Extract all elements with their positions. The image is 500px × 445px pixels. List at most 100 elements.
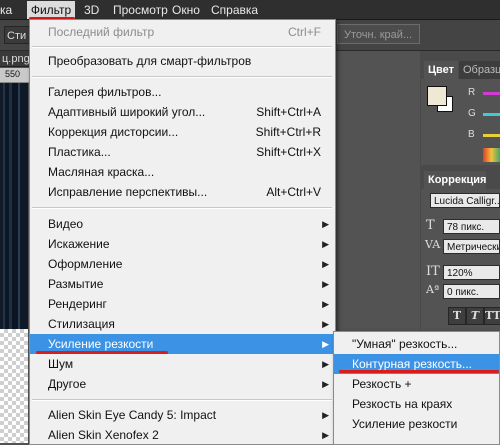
all-caps-button[interactable]: TT — [484, 307, 500, 325]
font-size-field[interactable]: 78 пикс. — [443, 219, 500, 234]
menu-item-design[interactable]: Оформление ▶ — [30, 254, 335, 274]
menu-item-stylize[interactable]: Стилизация ▶ — [30, 314, 335, 334]
submenu-arrow-icon: ▶ — [322, 359, 329, 369]
color-ramp[interactable] — [483, 148, 500, 162]
baseline-shift-field[interactable]: 0 пикс. — [443, 284, 500, 299]
menu-item-label: Преобразовать для смарт-фильтров — [48, 54, 252, 68]
menu-item-noise[interactable]: Шум ▶ — [30, 354, 335, 374]
horizontal-ruler: 550 — [0, 68, 30, 83]
menu-item-label: Alien Skin Xenofex 2 — [48, 428, 159, 442]
submenu-item-sharpen[interactable]: Усиление резкости — [334, 414, 499, 434]
foreground-color-swatch[interactable] — [427, 86, 447, 106]
unsharp-underline-annotation — [339, 370, 499, 373]
menu-item-distort[interactable]: Искажение ▶ — [30, 234, 335, 254]
sharpen-submenu: "Умная" резкость... Контурная резкость..… — [333, 331, 500, 445]
vertical-scale-field[interactable]: 120% — [443, 265, 500, 280]
menu-item-label: Пластика... — [48, 145, 111, 159]
menu-item-label: Исправление перспективы... — [48, 185, 208, 199]
document-canvas[interactable] — [0, 83, 28, 329]
submenu-item-label: Усиление резкости — [352, 417, 458, 431]
menu-item-oil-paint[interactable]: Масляная краска... — [30, 162, 335, 182]
menu-item-filter-gallery[interactable]: Галерея фильтров... — [30, 82, 335, 102]
submenu-item-smart-sharpen[interactable]: "Умная" резкость... — [334, 334, 499, 354]
menu-item-label: Адаптивный широкий угол... — [48, 105, 206, 119]
submenu-arrow-icon: ▶ — [322, 410, 329, 420]
submenu-arrow-icon: ▶ — [322, 299, 329, 309]
menu-item-shortcut: Shift+Ctrl+X — [256, 145, 321, 159]
menu-item-shortcut: Ctrl+F — [288, 25, 321, 39]
menu-item-label: Галерея фильтров... — [48, 85, 162, 99]
vertical-scale-icon: IT — [426, 264, 440, 279]
menu-item-eye-candy[interactable]: Alien Skin Eye Candy 5: Impact ▶ — [30, 405, 335, 425]
menu-item-label: Видео — [48, 217, 84, 231]
menu-help[interactable]: Справка — [211, 3, 258, 17]
menu-window[interactable]: Окно — [172, 3, 200, 17]
refine-edge-button[interactable]: Уточн. край... — [337, 24, 420, 44]
submenu-item-sharpen-edges[interactable]: Резкость на краях — [334, 394, 499, 414]
sharpen-underline-annotation — [36, 351, 168, 354]
menu-item-vanishing-point[interactable]: Исправление перспективы... Alt+Ctrl+V — [30, 182, 335, 202]
menu-item-label: Рендеринг — [48, 297, 107, 311]
menu-item-label: Оформление — [48, 257, 123, 271]
menu-item-render[interactable]: Рендеринг ▶ — [30, 294, 335, 314]
menu-edit-fragment[interactable]: ка — [0, 3, 20, 17]
filter-menu: Последний фильтр Ctrl+F Преобразовать дл… — [29, 19, 336, 445]
kerning-field[interactable]: Метрический — [443, 239, 500, 254]
menu-item-last-filter[interactable]: Последний фильтр Ctrl+F — [30, 22, 335, 42]
channel-b-label: B — [468, 129, 475, 140]
menu-item-convert-smart-filters[interactable]: Преобразовать для смарт-фильтров — [30, 51, 335, 71]
channel-g-slider[interactable] — [483, 113, 500, 116]
menu-item-lens-correction[interactable]: Коррекция дисторсии... Shift+Ctrl+R — [30, 122, 335, 142]
faux-regular-button[interactable]: T — [448, 307, 466, 325]
menu-item-label: Последний фильтр — [48, 25, 155, 39]
menu-3d[interactable]: 3D — [84, 3, 99, 17]
menu-item-label: Масляная краска... — [48, 165, 155, 179]
kerning-icon: VA — [425, 238, 441, 251]
ruler-number: 550 — [5, 69, 21, 79]
font-family-select[interactable]: Lucida Calligr... — [430, 193, 500, 208]
menu-item-label: Шум — [48, 357, 74, 371]
menu-item-label: Стилизация — [48, 317, 115, 331]
faux-italic-button[interactable]: T — [466, 307, 484, 325]
style-dropdown[interactable]: Сти — [4, 26, 30, 44]
document-tab[interactable]: ц.png — [0, 51, 30, 67]
menu-view[interactable]: Просмотр — [113, 3, 168, 17]
menu-item-label: Размытие — [48, 277, 104, 291]
menu-item-video[interactable]: Видео ▶ — [30, 214, 335, 234]
menu-item-label: Искажение — [48, 237, 110, 251]
tab-swatches[interactable]: Образцы — [459, 61, 500, 79]
channel-b-slider[interactable] — [483, 134, 500, 137]
baseline-shift-icon: Aª — [426, 283, 440, 296]
submenu-arrow-icon: ▶ — [322, 430, 329, 440]
menu-item-blur[interactable]: Размытие ▶ — [30, 274, 335, 294]
menu-item-label: Alien Skin Eye Candy 5: Impact — [48, 408, 217, 422]
menu-item-label: Коррекция дисторсии... — [48, 125, 179, 139]
submenu-arrow-icon: ▶ — [322, 219, 329, 229]
menu-item-shortcut: Shift+Ctrl+R — [255, 125, 321, 139]
submenu-arrow-icon: ▶ — [322, 339, 329, 349]
submenu-arrow-icon: ▶ — [322, 379, 329, 389]
menu-item-shortcut: Alt+Ctrl+V — [266, 185, 321, 199]
menu-item-liquify[interactable]: Пластика... Shift+Ctrl+X — [30, 142, 335, 162]
channel-g-label: G — [468, 108, 476, 119]
tab-color[interactable]: Цвет — [424, 61, 458, 79]
menu-separator — [32, 399, 332, 401]
menu-item-other[interactable]: Другое ▶ — [30, 374, 335, 394]
menu-item-xenofex[interactable]: Alien Skin Xenofex 2 ▶ — [30, 425, 335, 445]
menu-separator — [32, 76, 332, 78]
submenu-item-label: "Умная" резкость... — [352, 337, 458, 351]
menu-item-label: Другое — [48, 377, 87, 391]
submenu-arrow-icon: ▶ — [322, 259, 329, 269]
submenu-arrow-icon: ▶ — [322, 279, 329, 289]
menu-separator — [32, 207, 332, 209]
submenu-item-label: Резкость + — [352, 377, 412, 391]
channel-r-label: R — [468, 87, 476, 98]
menu-item-shortcut: Shift+Ctrl+A — [256, 105, 321, 119]
submenu-item-sharpen-more[interactable]: Резкость + — [334, 374, 499, 394]
tab-correction[interactable]: Коррекция — [424, 171, 486, 189]
channel-r-slider[interactable] — [483, 92, 500, 95]
font-size-icon: T — [426, 218, 435, 233]
menu-item-adaptive-wide-angle[interactable]: Адаптивный широкий угол... Shift+Ctrl+A — [30, 102, 335, 122]
menu-separator — [32, 46, 332, 48]
transparent-canvas-area[interactable] — [0, 329, 28, 443]
